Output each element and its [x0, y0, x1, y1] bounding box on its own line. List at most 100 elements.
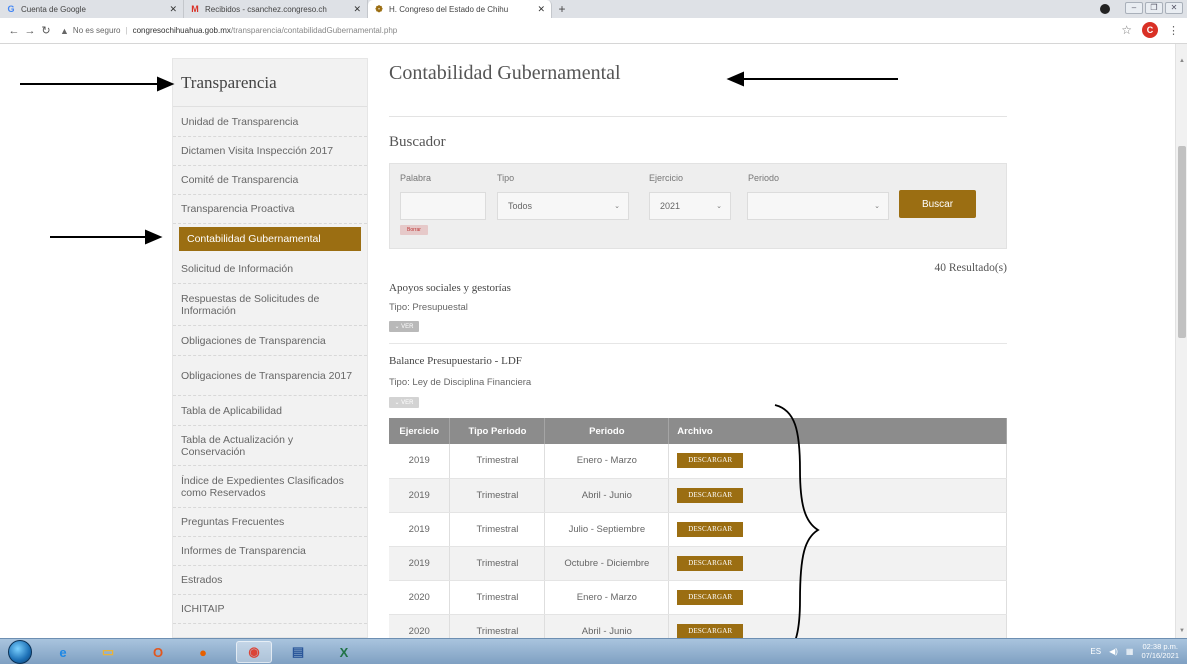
cell-tipo-periodo: Trimestral	[449, 580, 546, 615]
search-panel: Palabra Tipo Todos ⌄ Ejercicio 2021 ⌄ Pe…	[389, 163, 1007, 249]
ver-button[interactable]: ⌄ VER	[389, 321, 419, 332]
browser-menu-icon[interactable]: ⋮	[1168, 24, 1179, 37]
network-icon[interactable]: ▦	[1126, 647, 1134, 656]
sidebar-item[interactable]: Preguntas Frecuentes	[173, 508, 367, 537]
language-indicator[interactable]: ES	[1090, 647, 1101, 656]
scrollbar-thumb[interactable]	[1178, 146, 1186, 338]
search-button[interactable]: Buscar	[899, 190, 976, 218]
ver-label: VER	[401, 399, 414, 406]
cell-tipo-periodo: Trimestral	[449, 614, 546, 638]
ejercicio-select[interactable]: 2021 ⌄	[649, 192, 731, 220]
table-row: 2020 Trimestral Enero - Marzo DESCARGAR	[389, 580, 1007, 615]
sidebar-item[interactable]: Obligaciones de Transparencia	[173, 326, 367, 356]
periodo-select[interactable]: ⌄	[747, 192, 889, 220]
sidebar-item-label: Obligaciones de Transparencia 2017	[181, 369, 353, 382]
sidebar-item[interactable]: Unidad de Transparencia	[173, 107, 367, 137]
download-button[interactable]: DESCARGAR	[677, 487, 744, 503]
sidebar-item[interactable]: Índice de Expedientes Clasificados como …	[173, 466, 367, 508]
clear-button[interactable]: Borrar	[400, 225, 428, 235]
cell-periodo: Octubre - Diciembre	[544, 546, 670, 581]
new-tab-button[interactable]: +	[552, 0, 572, 18]
download-button[interactable]: DESCARGAR	[677, 555, 744, 571]
volume-icon[interactable]: ◀)	[1109, 647, 1118, 656]
chrome-icon[interactable]: ◉	[236, 641, 272, 663]
column-header-periodo: Periodo	[544, 418, 670, 444]
palabra-input[interactable]	[400, 192, 486, 220]
address-bar: ← → ↻ ▲ No es seguro | congresochihuahua…	[0, 18, 1187, 44]
browser-tab-strip: G Cuenta de Google ✕ M Recibidos - csanchez.…	[0, 0, 1187, 18]
sidebar-item-label: Índice de Expedientes Clasificados como …	[181, 474, 344, 499]
sidebar-item[interactable]: Respuestas de Solicitudes de Información	[173, 284, 367, 326]
scroll-down-icon[interactable]: ▼	[1179, 628, 1185, 634]
cell-ejercicio: 2019	[389, 546, 451, 581]
sidebar-item-label: Informes de Transparencia	[181, 545, 306, 557]
sidebar-item[interactable]: Contabilidad Gubernamental	[179, 227, 361, 251]
sidebar-item[interactable]: Informes de Transparencia	[173, 537, 367, 566]
close-window-icon[interactable]: ✕	[1165, 2, 1183, 14]
cell-periodo: Enero - Marzo	[544, 580, 670, 615]
sidebar-item[interactable]: Obligaciones de Transparencia 2017	[173, 356, 367, 396]
close-tab-icon[interactable]: ✕	[353, 4, 361, 15]
sidebar-item[interactable]: Tabla de Actualización y Conservación	[173, 426, 367, 466]
sidebar-item[interactable]: Comité de Transparencia	[173, 166, 367, 195]
cell-archivo: DESCARGAR	[668, 444, 1007, 479]
result-item-type: Tipo: Presupuestal	[389, 302, 468, 313]
sidebar-item-label: Tabla de Aplicabilidad	[181, 404, 282, 417]
browser-tab[interactable]: M Recibidos - csanchez.congreso.ch ✕	[184, 0, 368, 18]
bookmark-star-icon[interactable]: ☆	[1121, 23, 1132, 37]
tab-title: Recibidos - csanchez.congreso.ch	[205, 4, 327, 14]
tipo-select[interactable]: Todos ⌄	[497, 192, 629, 220]
download-button[interactable]: DESCARGAR	[677, 453, 744, 469]
start-button-icon[interactable]	[8, 640, 32, 664]
sidebar-item[interactable]: Transparencia Proactiva	[173, 195, 367, 224]
browser-tab[interactable]: ❁ H. Congreso del Estado de Chihu ✕	[368, 0, 552, 18]
url-field[interactable]: ▲ No es seguro | congresochihuahua.gob.m…	[60, 26, 397, 36]
back-arrow-icon[interactable]: ←	[6, 25, 22, 37]
excel-icon[interactable]: X	[326, 641, 362, 663]
forward-arrow-icon[interactable]: →	[22, 25, 38, 37]
sidebar-item-label: Tabla de Actualización y Conservación	[181, 433, 294, 458]
browser-tab[interactable]: G Cuenta de Google ✕	[0, 0, 184, 18]
windows-taskbar: e ▭ O ● ◉ ▤ X ES ◀) ▦ 02:38 p.m. 07/16/2021	[0, 638, 1187, 664]
sidebar-item[interactable]: Dictamen Visita Inspección 2017	[173, 137, 367, 166]
cell-archivo: DESCARGAR	[668, 546, 1007, 581]
restore-icon[interactable]: ❐	[1145, 2, 1163, 14]
cell-ejercicio: 2019	[389, 478, 451, 513]
sidebar-item[interactable]: Estrados	[173, 566, 367, 595]
chevron-down-icon: ⌄	[394, 400, 400, 406]
ver-button[interactable]: ⌄ VER	[389, 397, 419, 408]
download-button[interactable]: DESCARGAR	[677, 521, 744, 537]
cell-tipo-periodo: Trimestral	[449, 444, 546, 479]
congress-favicon-icon: ❁	[375, 4, 383, 14]
explorer-folder-icon[interactable]: ▭	[90, 641, 126, 663]
reload-icon[interactable]: ↻	[38, 24, 54, 37]
tab-title: Cuenta de Google	[21, 4, 86, 14]
vertical-scrollbar[interactable]: ▲ ▼	[1175, 44, 1187, 638]
security-label: No es seguro	[72, 26, 121, 35]
record-indicator-icon	[1100, 4, 1110, 14]
document-viewer-icon[interactable]: ▤	[280, 641, 316, 663]
cell-tipo-periodo: Trimestral	[449, 546, 546, 581]
firefox-icon[interactable]: ●	[185, 641, 221, 663]
table-row: 2019 Trimestral Octubre - Diciembre DESCARG…	[389, 546, 1007, 581]
sidebar-item[interactable]: Tabla de Aplicabilidad	[173, 396, 367, 426]
minimize-icon[interactable]: –	[1125, 2, 1143, 14]
url-domain: congresochihuahua.gob.mx	[132, 26, 231, 35]
ejercicio-label: Ejercicio	[649, 173, 684, 183]
office-icon[interactable]: O	[140, 641, 176, 663]
sidebar-item[interactable]: Solicitud de Información	[173, 254, 367, 284]
tab-title: H. Congreso del Estado de Chihu	[389, 4, 509, 14]
scroll-up-icon[interactable]: ▲	[1179, 58, 1185, 64]
cell-ejercicio: 2020	[389, 580, 451, 615]
warning-triangle-icon: ▲	[60, 25, 69, 36]
clock[interactable]: 02:38 p.m. 07/16/2021	[1141, 642, 1179, 660]
close-tab-icon[interactable]: ✕	[537, 4, 545, 15]
result-item-title: Apoyos sociales y gestorías	[389, 282, 511, 294]
download-button[interactable]: DESCARGAR	[677, 589, 744, 605]
ie-icon[interactable]: e	[45, 641, 81, 663]
sidebar-item[interactable]: ICHITAIP	[173, 595, 367, 624]
close-tab-icon[interactable]: ✕	[169, 4, 177, 15]
download-button[interactable]: DESCARGAR	[677, 623, 744, 638]
profile-avatar[interactable]: C	[1142, 22, 1158, 38]
chevron-down-icon: ⌄	[716, 203, 722, 210]
